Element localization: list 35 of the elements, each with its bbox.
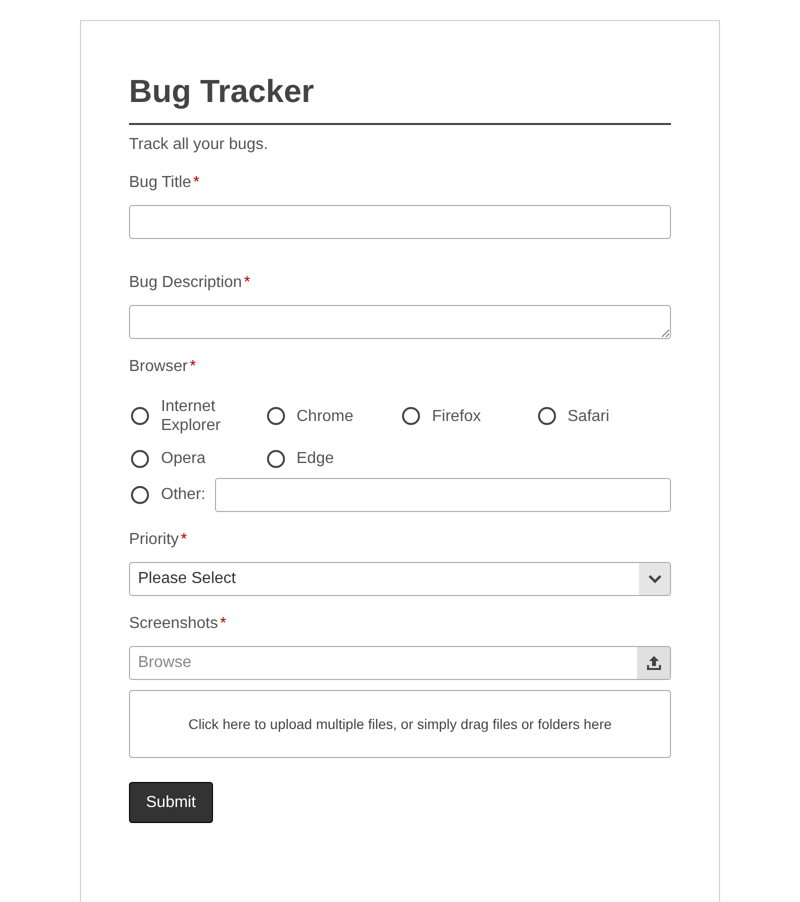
required-mark: * [193,173,200,193]
submit-button[interactable]: Submit [129,782,213,823]
field-label: Bug Description [129,273,242,293]
required-mark: * [180,530,188,550]
drop-zone-text: Click here to upload multiple files, or simply drag files or folders here [188,714,612,734]
option-label: Other: [161,485,206,505]
required-mark: * [220,614,226,634]
text-field[interactable] [129,205,671,239]
radio-button[interactable] [131,486,149,504]
other-field[interactable] [215,478,671,512]
option-label: Opera [161,449,206,468]
option-label: Internet Explorer [161,397,222,435]
priority-dropdown[interactable]: Please Select [129,562,671,596]
radio-button[interactable] [131,407,149,425]
option-label: Edge [296,449,335,468]
option-label: Chrome [296,406,354,426]
required-mark: * [190,357,196,377]
drop-zone[interactable]: Click here to upload multiple files, or simply drag files or folders here [129,690,671,758]
option-label: Firefox [432,406,482,426]
upload-icon [646,655,662,671]
chevron-down-icon [648,574,662,584]
field-label: Priority [129,530,179,550]
form-title: Bug Tracker [129,71,671,125]
option-label: Safari [568,406,610,426]
field-label: Browser [129,357,188,377]
form-description: Track all your bugs. [129,135,270,155]
field-label: Screenshots [129,614,218,634]
field-label: Bug Title [129,173,192,193]
radio-button[interactable] [131,450,149,468]
radio-button[interactable] [538,407,556,425]
upload-button[interactable] [637,647,670,679]
radio-button[interactable] [266,450,284,468]
required-mark: * [244,273,250,293]
radio-button[interactable] [266,407,284,425]
radio-button[interactable] [402,407,420,425]
